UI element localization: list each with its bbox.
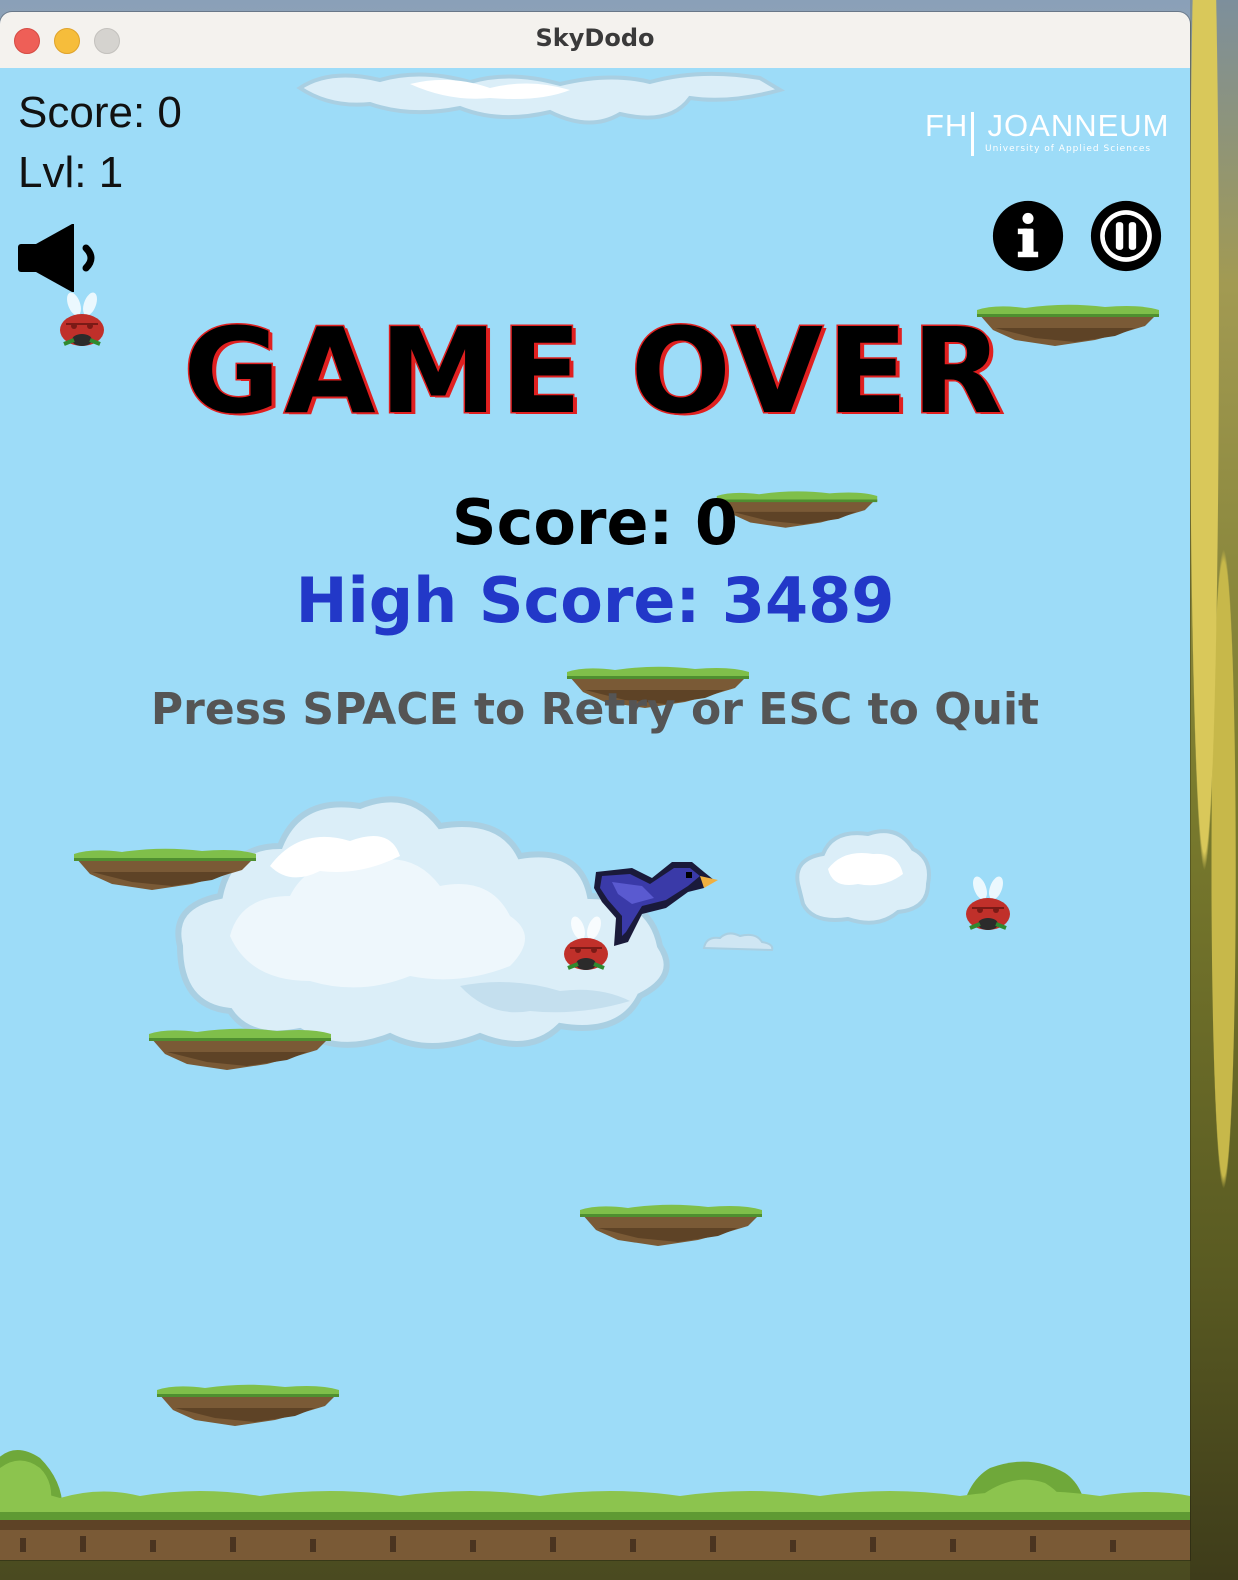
game-window: SkyDodo Score: 0 Lvl: 1 FH JOANNEUM Univ… [0, 12, 1190, 1560]
desktop-background [1190, 0, 1238, 1580]
title-bar[interactable]: SkyDodo [0, 12, 1190, 69]
pause-icon[interactable] [1090, 200, 1162, 272]
info-icon[interactable] [992, 200, 1064, 272]
hud-level: Lvl: 1 [18, 148, 124, 197]
game-over-high-score: High Score: 3489 [295, 564, 895, 637]
window-title: SkyDodo [535, 24, 655, 52]
game-over-title: GAME OVER [182, 301, 1007, 442]
game-over-score: Score: 0 [451, 486, 739, 559]
cloud-small [795, 829, 931, 925]
player-bird [594, 862, 718, 946]
logo-text: FH JOANNEUM [925, 108, 1170, 143]
logo-divider [971, 112, 974, 156]
game-over-hint: Press SPACE to Retry or ESC to Quit [150, 684, 1040, 735]
platform [580, 1204, 762, 1246]
beetle-enemy [966, 876, 1010, 930]
platform [74, 848, 256, 890]
fh-joanneum-logo: FH JOANNEUM University of Applied Scienc… [925, 108, 1170, 168]
ground [0, 1450, 1190, 1560]
hud-score: Score: 0 [18, 88, 182, 137]
game-canvas[interactable]: Score: 0 Lvl: 1 FH JOANNEUM University o… [0, 68, 1190, 1560]
cloud-top [296, 71, 786, 125]
platform [149, 1028, 331, 1070]
logo-tagline: University of Applied Sciences [985, 144, 1152, 154]
speaker-icon[interactable] [16, 222, 100, 294]
